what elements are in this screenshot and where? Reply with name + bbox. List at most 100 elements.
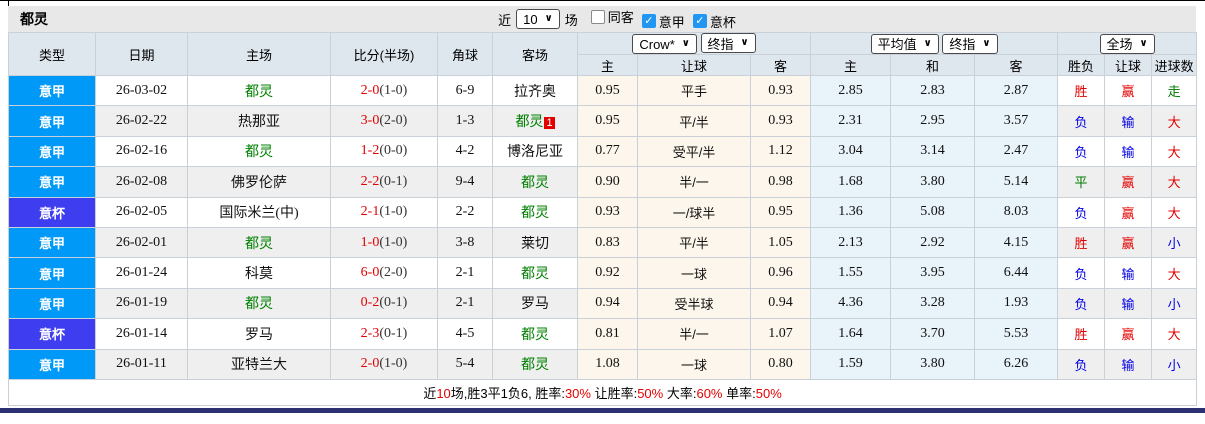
filter-checkbox-1[interactable]: ✓ 意甲	[641, 12, 685, 31]
chevron-down-icon: ∨	[681, 38, 690, 49]
column-header-score: 比分(半场)	[330, 32, 438, 76]
result-wdl: 胜	[1057, 74, 1106, 107]
filter-controls: 近 10 ∨ 场 同客 ✓ 意甲 ✓ 意杯	[498, 7, 736, 31]
home-team[interactable]: 罗马	[187, 318, 331, 350]
home-team[interactable]: 国际米兰(中)	[187, 196, 331, 228]
away-team[interactable]: 都灵 1	[492, 105, 578, 137]
score-cell: 6-0(2-0)	[330, 257, 438, 289]
odds-home: 0.94	[577, 287, 638, 320]
type-badge: 意甲	[8, 348, 96, 380]
column-header-avg-draw: 和	[890, 54, 976, 76]
score-cell: 2-3(0-1)	[330, 318, 438, 350]
filter-checkbox-0[interactable]: 同客	[590, 7, 634, 26]
result-goals: 小	[1151, 287, 1198, 320]
toolbar: 都灵 近 10 ∨ 场 同客 ✓ 意甲 ✓ 意杯	[8, 6, 1196, 32]
average-select[interactable]: 平均值 ∨	[870, 33, 939, 54]
handicap-line: 一球	[637, 257, 751, 289]
corners-cell: 6-9	[437, 74, 493, 107]
table-row: 意甲 26-02-01 都灵 1-0(1-0) 3-8 莱切 0.83 平/半 1.05 2.13…	[8, 226, 1198, 259]
result-wdl: 平	[1057, 166, 1106, 198]
avg-home: 3.04	[810, 135, 892, 168]
date-cell: 26-01-11	[95, 348, 188, 380]
away-team[interactable]: 都灵	[492, 166, 578, 198]
scope-select[interactable]: 全场 ∨	[1099, 33, 1155, 54]
score-cell: 0-2(0-1)	[330, 287, 438, 320]
odds-home: 0.93	[577, 196, 638, 228]
column-header-away: 客场	[492, 32, 578, 76]
result-goals: 小	[1151, 348, 1198, 380]
away-team[interactable]: 莱切	[492, 226, 578, 259]
odds-stage-select[interactable]: 终指 ∨	[700, 33, 756, 53]
home-team[interactable]: 热那亚	[187, 105, 331, 137]
page-title: 都灵	[20, 11, 48, 27]
date-cell: 26-02-01	[95, 226, 188, 259]
away-team[interactable]: 罗马	[492, 287, 578, 320]
corners-cell: 2-2	[437, 196, 493, 228]
type-badge: 意甲	[8, 105, 96, 137]
result-wdl: 负	[1057, 257, 1106, 289]
checkbox-icon: ✓	[692, 14, 707, 29]
column-header-date: 日期	[95, 32, 188, 76]
odds-home: 0.95	[577, 105, 638, 137]
avg-draw: 3.28	[890, 287, 976, 320]
away-team[interactable]: 都灵	[492, 257, 578, 289]
date-cell: 26-02-05	[95, 196, 188, 228]
avg-home: 1.55	[810, 257, 892, 289]
home-team[interactable]: 都灵	[187, 135, 331, 168]
odds-away: 1.05	[749, 226, 812, 259]
avg-draw: 2.95	[890, 105, 976, 137]
type-badge: 意甲	[8, 287, 96, 320]
table-row: 意杯 26-02-05 国际米兰(中) 2-1(1-0) 2-2 都灵 0.93 一/球半 0.…	[8, 196, 1198, 228]
away-team[interactable]: 博洛尼亚	[492, 135, 578, 168]
avg-home: 2.31	[810, 105, 892, 137]
home-team[interactable]: 都灵	[187, 226, 331, 259]
avg-away: 6.26	[974, 348, 1059, 380]
avg-away: 5.53	[974, 318, 1059, 350]
corners-cell: 2-1	[437, 257, 493, 289]
bottom-bar	[0, 407, 1205, 413]
column-header-odds-away: 客	[749, 54, 812, 76]
avg-draw: 2.83	[890, 74, 976, 107]
avg-stage-select[interactable]: 终指 ∨	[942, 33, 998, 54]
chevron-down-icon: ∨	[923, 37, 932, 49]
type-badge: 意甲	[8, 74, 96, 107]
column-header-avg-away: 客	[974, 54, 1059, 76]
column-header-handicap: 让球	[637, 54, 751, 76]
score-cell: 2-0(1-0)	[330, 348, 438, 380]
away-team[interactable]: 都灵	[492, 348, 578, 380]
recent-count-select[interactable]: 10 ∨	[516, 9, 560, 29]
date-cell: 26-02-08	[95, 166, 188, 198]
home-team[interactable]: 科莫	[187, 257, 331, 289]
column-header-type: 类型	[8, 32, 96, 76]
away-team[interactable]: 都灵	[492, 318, 578, 350]
result-handicap: 赢	[1104, 318, 1153, 350]
avg-home: 1.68	[810, 166, 892, 198]
avg-draw: 3.95	[890, 257, 976, 289]
away-team[interactable]: 都灵	[492, 196, 578, 228]
table-row: 意甲 26-02-08 佛罗伦萨 2-2(0-1) 9-4 都灵 0.90 半/一 0.98 1.…	[8, 166, 1198, 198]
away-team[interactable]: 拉齐奥	[492, 74, 578, 107]
bookmaker-select[interactable]: Crow* ∨	[632, 34, 697, 54]
home-team[interactable]: 都灵	[187, 74, 331, 107]
result-handicap: 输	[1104, 287, 1153, 320]
odds-away: 0.93	[749, 74, 812, 107]
avg-away: 1.93	[974, 287, 1059, 320]
table-row: 意甲 26-01-19 都灵 0-2(0-1) 2-1 罗马 0.94 受半球 0.94 4.36…	[8, 287, 1198, 320]
score-cell: 3-0(2-0)	[330, 105, 438, 137]
type-badge: 意甲	[8, 226, 96, 259]
odds-away: 0.95	[749, 196, 812, 228]
home-team[interactable]: 都灵	[187, 287, 331, 320]
result-handicap: 赢	[1104, 226, 1153, 259]
handicap-line: 受平/半	[637, 135, 751, 168]
matches-table: 类型 日期 主场 比分(半场) 角球 客场 Crow* ∨ 终指 ∨ 平均值 ∨…	[7, 32, 1198, 406]
home-team[interactable]: 亚特兰大	[187, 348, 331, 380]
table-row: 意甲 26-01-11 亚特兰大 2-0(1-0) 5-4 都灵 1.08 一球 0.80 1.5…	[8, 348, 1198, 380]
result-handicap: 赢	[1104, 166, 1153, 198]
column-header-goals: 进球数	[1151, 54, 1198, 76]
odds-away: 0.98	[749, 166, 812, 198]
home-team[interactable]: 佛罗伦萨	[187, 166, 331, 198]
table-row: 意杯 26-01-14 罗马 2-3(0-1) 4-5 都灵 0.81 半/一 1.07 1.64…	[8, 318, 1198, 350]
corners-cell: 3-8	[437, 226, 493, 259]
result-handicap: 输	[1104, 257, 1153, 289]
filter-checkbox-2[interactable]: ✓ 意杯	[692, 12, 736, 31]
